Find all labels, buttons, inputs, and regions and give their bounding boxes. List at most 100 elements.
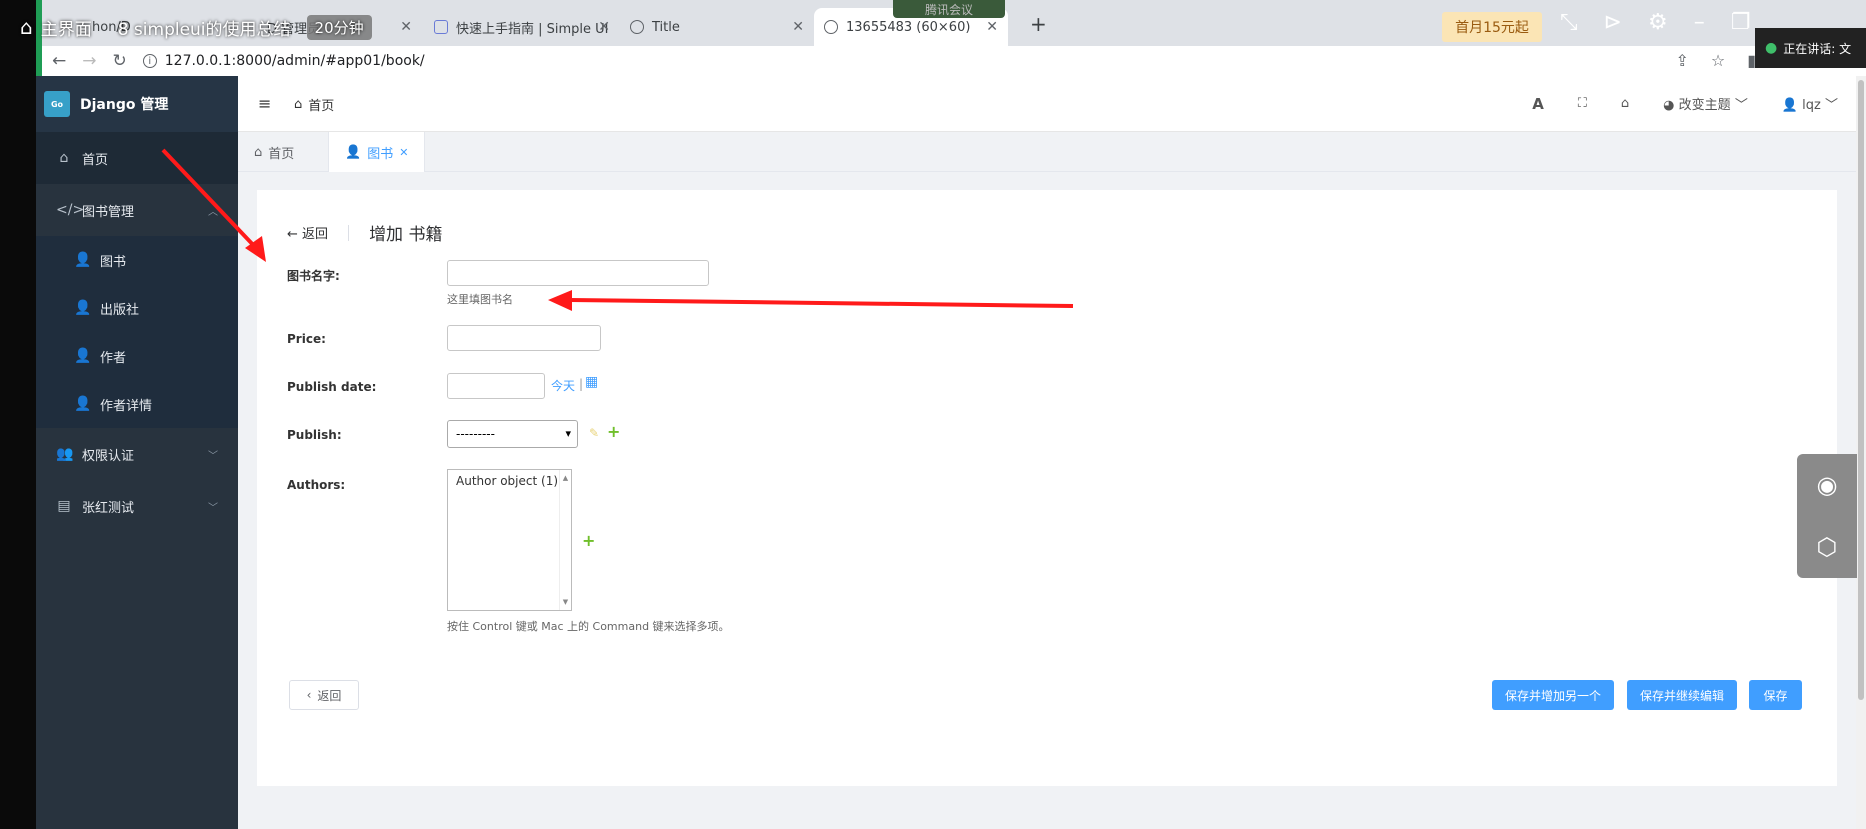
tab-label: 快速上手指南 | Simple UI [456, 21, 609, 37]
back-link[interactable]: ← 返回 [287, 223, 328, 242]
share-icon[interactable]: ⇪ [1675, 51, 1688, 70]
user-icon: 👤 [1781, 98, 1799, 113]
scroll-thumb[interactable] [1858, 80, 1864, 700]
browser-tab[interactable]: 快速上手指南 | Simple UI ✕ [424, 8, 620, 46]
edit-pencil-icon[interactable]: ✎ [589, 426, 599, 440]
theme-switch[interactable]: ◕ 改变主题 ﹀ [1663, 94, 1748, 113]
sidebar-item-label: 出版社 [100, 302, 140, 318]
address-bar: ← → ↻ i 127.0.0.1:8000/admin/#app01/book… [42, 46, 1866, 76]
sidebar-item-label: 图书管理 [82, 204, 135, 220]
close-icon[interactable]: ✕ [399, 146, 408, 159]
font-size-icon[interactable]: A [1532, 95, 1544, 113]
close-icon[interactable]: ✕ [598, 19, 610, 35]
reload-icon[interactable]: ↻ [113, 51, 127, 71]
address-actions: ⇪ ☆ ▮ [1675, 51, 1756, 70]
tab-books[interactable]: 👤 图书 ✕ [328, 132, 426, 172]
user-icon: 👤 [345, 144, 362, 160]
django-logo-icon: Go [44, 91, 70, 117]
tab-label: Title [652, 19, 680, 35]
users-cog-icon: 👥 [56, 446, 74, 462]
home-icon[interactable]: ⌂ [1621, 96, 1629, 111]
close-icon[interactable]: ✕ [400, 19, 412, 35]
sidebar-item-publishers[interactable]: 👤 出版社 [36, 284, 238, 332]
menu-toggle-icon[interactable]: ≡ [258, 94, 271, 113]
sidebar-item-label: 作者详情 [100, 398, 153, 414]
publish-label: Publish: [287, 428, 342, 442]
star-icon[interactable]: ☆ [1711, 51, 1725, 70]
home-icon: ⌂ [254, 144, 263, 160]
back-arrow-icon[interactable]: ← [52, 51, 66, 71]
home-icon[interactable]: ⌂ [20, 15, 33, 39]
speaking-label: 正在讲话: 文 [1783, 41, 1852, 56]
home-icon: ⌂ [59, 150, 69, 166]
scrollbar[interactable]: ▲ ▼ [559, 470, 571, 610]
breadcrumb-label: 首页 [308, 99, 335, 114]
close-icon[interactable]: ✕ [792, 19, 804, 35]
add-publish-icon[interactable]: + [607, 422, 620, 441]
shrink-icon[interactable]: ⤡ [1560, 10, 1578, 35]
fullscreen-icon[interactable]: ⛶ [1578, 96, 1587, 111]
publish-date-input[interactable] [447, 373, 545, 399]
window-controls: ⤡ ⊳ ⚙ – ❐ [1560, 10, 1751, 35]
back-button[interactable]: ‹ 返回 [289, 680, 359, 710]
desktop-left-strip [0, 0, 36, 829]
sidebar-item-label: 首页 [82, 152, 109, 168]
arrow-left-icon: ← [287, 227, 298, 242]
add-author-icon[interactable]: + [582, 531, 595, 550]
chevron-up-icon: ︿ [208, 206, 218, 218]
calendar-icon[interactable]: ▦ [585, 374, 598, 390]
home-icon: ⌂ [294, 97, 303, 112]
recorder-subtitle: 8 simpleui的使用总结 [117, 19, 291, 40]
breadcrumb[interactable]: ⌂ 首页 [294, 95, 334, 114]
new-tab-icon[interactable]: + [1030, 12, 1047, 36]
author-option[interactable]: Author object (1) [448, 470, 571, 492]
browser-tab[interactable]: Title ✕ [620, 8, 814, 46]
today-link[interactable]: 今天 [551, 377, 575, 394]
save-and-continue-button[interactable]: 保存并继续编辑 [1627, 680, 1737, 710]
tab-label: 13655483 (60×60) [846, 19, 971, 35]
url-field[interactable]: i 127.0.0.1:8000/admin/#app01/book/ [142, 53, 425, 69]
tab-home[interactable]: ⌂ 首页 [238, 132, 310, 172]
form-card: ← 返回 增加 书籍 图书名字: 这里填图书名 Price: Publish d… [257, 190, 1837, 786]
brand[interactable]: Go Django 管理 [36, 76, 238, 132]
close-icon[interactable]: ✕ [986, 19, 998, 35]
camera-icon[interactable]: ◉ [1817, 471, 1838, 499]
sidebar-item-home[interactable]: ⌂ 首页 [36, 132, 238, 184]
user-icon: 👤 [74, 348, 92, 364]
url-text: 127.0.0.1:8000/admin/#app01/book/ [164, 53, 425, 69]
speaking-indicator: ● 正在讲话: 文 [1755, 28, 1866, 68]
sidebar-item-test[interactable]: ▤ 张红测试 ﹀ [36, 480, 238, 532]
authors-multiselect[interactable]: Author object (1) ▲ ▼ [447, 469, 572, 611]
sidebar-submenu: 👤 图书 👤 出版社 👤 作者 👤 作者详情 [36, 236, 238, 428]
username: lqz [1802, 98, 1821, 113]
save-button[interactable]: 保存 [1749, 680, 1802, 710]
minimize-icon[interactable]: – [1694, 10, 1705, 35]
sidebar-item-book-management[interactable]: </> 图书管理 ︿ [36, 184, 238, 236]
chevron-left-icon: ‹ [306, 688, 312, 702]
pin-icon[interactable]: ⊳ [1604, 10, 1622, 35]
promo-button[interactable]: 首月15元起 [1442, 12, 1542, 42]
theme-label: 改变主题 [1678, 98, 1731, 113]
book-name-input[interactable] [447, 260, 709, 286]
save-and-add-button[interactable]: 保存并增加另一个 [1492, 680, 1614, 710]
restore-icon[interactable]: ❐ [1731, 10, 1751, 35]
sidebar-item-label: 作者 [100, 350, 127, 366]
sidebar-item-authors[interactable]: 👤 作者 [36, 332, 238, 380]
page-scrollbar[interactable] [1856, 76, 1866, 829]
settings-icon[interactable]: ⚙ [1648, 10, 1668, 35]
chevron-down-icon: ﹀ [1824, 98, 1838, 113]
sidebar-item-author-details[interactable]: 👤 作者详情 [36, 380, 238, 428]
select-value: --------- [456, 427, 495, 441]
hexagon-plus-icon[interactable]: ⬡ [1817, 533, 1838, 561]
forward-arrow-icon[interactable]: → [82, 51, 96, 71]
date-separator: | [579, 377, 584, 391]
user-menu[interactable]: 👤 lqz ﹀ [1782, 94, 1838, 113]
sidebar-item-books[interactable]: 👤 图书 [36, 236, 238, 284]
microphone-icon: ● [1765, 40, 1778, 56]
publish-select[interactable]: --------- ▾ [447, 420, 578, 448]
price-input[interactable] [447, 325, 601, 351]
price-label: Price: [287, 332, 326, 346]
authors-help-text: 按住 Control 键或 Mac 上的 Command 键来选择多项。 [447, 620, 730, 633]
sidebar-item-auth[interactable]: 👥 权限认证 ﹀ [36, 428, 238, 480]
info-icon[interactable]: i [142, 54, 157, 68]
